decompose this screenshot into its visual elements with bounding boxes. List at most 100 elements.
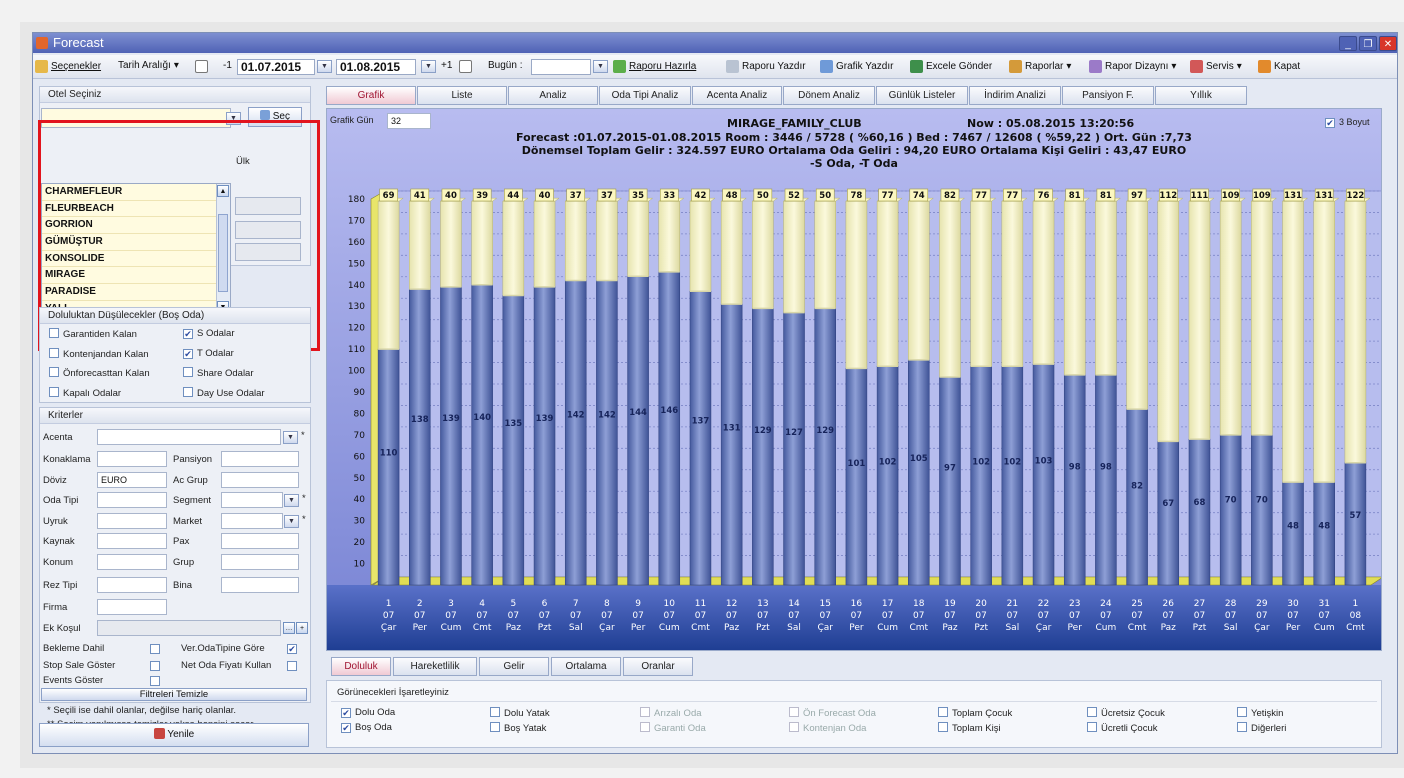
print-report-button[interactable]: Raporu Yazdır xyxy=(726,60,806,73)
filter-toplam-cocuk[interactable]: Toplam Çocuk xyxy=(938,707,1012,719)
uyruk-field[interactable] xyxy=(97,513,167,529)
checkbox[interactable] xyxy=(938,707,948,717)
ek-kosul-field[interactable] xyxy=(97,620,281,636)
reports-menu[interactable]: Raporlar ▾ xyxy=(1009,60,1071,73)
tab-indirim-analizi[interactable]: İndirim Analizi xyxy=(969,86,1061,105)
filter-ucretsiz-cocuk[interactable]: Ücretsiz Çocuk xyxy=(1087,707,1165,719)
tab-yillik[interactable]: Yıllık xyxy=(1155,86,1247,105)
three-d-toggle[interactable]: 3 Boyut xyxy=(1325,117,1370,128)
checkbox[interactable] xyxy=(183,387,193,397)
filter-kontenjan-oda[interactable]: Kontenjan Oda xyxy=(789,722,866,734)
today-dropdown[interactable]: ▼ xyxy=(593,60,608,73)
konaklama-field[interactable] xyxy=(97,451,167,467)
tab-analiz[interactable]: Analiz xyxy=(508,86,598,105)
filter-dolu-yatak[interactable]: Dolu Yatak xyxy=(490,707,550,719)
tab-gunluk-listeler[interactable]: Günlük Listeler xyxy=(876,86,968,105)
clear-filters-button[interactable]: Filtreleri Temizle xyxy=(41,688,307,701)
tab-pansiyon[interactable]: Pansiyon F. xyxy=(1062,86,1154,105)
restore-icon[interactable]: ❐ xyxy=(1359,36,1377,51)
market-field[interactable] xyxy=(221,513,283,529)
filter-arizali-oda[interactable]: Arızalı Oda xyxy=(640,707,702,719)
checkbox[interactable] xyxy=(341,723,351,733)
checkbox[interactable] xyxy=(938,722,948,732)
filter-yetiskin[interactable]: Yetişkin xyxy=(1237,707,1283,719)
checkbox[interactable] xyxy=(49,367,59,377)
checkbox[interactable] xyxy=(1325,118,1335,128)
checkbox[interactable] xyxy=(490,722,500,732)
checkbox[interactable] xyxy=(49,348,59,358)
filter-on-forecast-oda[interactable]: Ön Forecast Oda xyxy=(789,707,876,719)
checkbox[interactable] xyxy=(1087,722,1097,732)
checkbox[interactable] xyxy=(1237,707,1247,717)
stop-sale-checkbox[interactable] xyxy=(150,661,160,671)
tab-donem-analiz[interactable]: Dönem Analiz xyxy=(783,86,875,105)
doviz-field[interactable]: EURO xyxy=(97,472,167,488)
tab-doluluk[interactable]: Doluluk xyxy=(331,657,391,676)
checkbox[interactable] xyxy=(183,329,193,339)
pax-field[interactable] xyxy=(221,533,299,549)
kaynak-field[interactable] xyxy=(97,533,167,549)
checkbox[interactable] xyxy=(49,387,59,397)
chevron-down-icon[interactable]: ▼ xyxy=(284,515,299,528)
bina-field[interactable] xyxy=(221,577,299,593)
close-button[interactable]: Kapat xyxy=(1258,60,1300,73)
tab-ortalama[interactable]: Ortalama xyxy=(551,657,621,676)
checkbox[interactable] xyxy=(640,722,650,732)
bekleme-checkbox[interactable] xyxy=(150,644,160,654)
filter-bos-oda[interactable]: Boş Oda xyxy=(341,722,392,733)
filter-ucretli-cocuk[interactable]: Ücretli Çocuk xyxy=(1087,722,1158,734)
minus-day-button[interactable]: -1 xyxy=(223,60,232,71)
tab-liste[interactable]: Liste xyxy=(417,86,507,105)
check-onforecast[interactable]: Önforecasttan Kalan xyxy=(49,367,150,379)
ac-grup-field[interactable] xyxy=(221,472,299,488)
service-menu[interactable]: Servis ▾ xyxy=(1190,60,1242,73)
ver-oda-checkbox[interactable] xyxy=(287,644,297,654)
calendar-button[interactable] xyxy=(195,60,208,73)
checkbox[interactable] xyxy=(789,707,799,717)
tab-oranlar[interactable]: Oranlar xyxy=(623,657,693,676)
rez-tipi-field[interactable] xyxy=(97,577,167,593)
checkbox[interactable] xyxy=(341,708,351,718)
minimize-icon[interactable]: _ xyxy=(1339,36,1357,51)
calendar-button-2[interactable] xyxy=(459,60,472,73)
check-garantiden[interactable]: Garantiden Kalan xyxy=(49,328,137,340)
checkbox[interactable] xyxy=(490,707,500,717)
end-date-field[interactable]: 01.08.2015 xyxy=(336,59,416,75)
check-kontenjandan[interactable]: Kontenjandan Kalan xyxy=(49,348,149,360)
more-icon[interactable]: … xyxy=(283,622,295,634)
checkbox[interactable] xyxy=(1087,707,1097,717)
segment-field[interactable] xyxy=(221,492,283,508)
close-icon[interactable]: ✕ xyxy=(1379,36,1397,51)
net-oda-checkbox[interactable] xyxy=(287,661,297,671)
tab-gelir[interactable]: Gelir xyxy=(479,657,549,676)
pansiyon-field[interactable] xyxy=(221,451,299,467)
plus-day-button[interactable]: +1 xyxy=(441,60,452,71)
grup-field[interactable] xyxy=(221,554,299,570)
start-date-dropdown[interactable]: ▼ xyxy=(317,60,332,73)
print-chart-button[interactable]: Grafik Yazdır xyxy=(820,60,893,73)
check-s-odalar[interactable]: S Odalar xyxy=(183,328,235,339)
firma-field[interactable] xyxy=(97,599,167,615)
start-date-field[interactable]: 01.07.2015 xyxy=(237,59,315,75)
checkbox[interactable] xyxy=(789,722,799,732)
options-menu[interactable]: Seçenekler xyxy=(35,60,101,73)
check-kapali[interactable]: Kapalı Odalar xyxy=(49,387,121,399)
filter-garanti-oda[interactable]: Garanti Oda xyxy=(640,722,706,734)
checkbox[interactable] xyxy=(640,707,650,717)
refresh-button[interactable]: Yenile xyxy=(39,723,309,747)
check-day-use[interactable]: Day Use Odalar xyxy=(183,387,265,399)
filter-digerleri[interactable]: Diğerleri xyxy=(1237,722,1286,734)
check-t-odalar[interactable]: T Odalar xyxy=(183,348,234,359)
today-field[interactable] xyxy=(531,59,591,75)
send-excel-button[interactable]: Excele Gönder xyxy=(910,60,992,73)
checkbox[interactable] xyxy=(49,328,59,338)
title-bar[interactable]: Forecast _ ❐ ✕ xyxy=(33,33,1397,53)
end-date-dropdown[interactable]: ▼ xyxy=(421,60,436,73)
chevron-down-icon[interactable]: ▼ xyxy=(284,494,299,507)
konum-field[interactable] xyxy=(97,554,167,570)
tab-hareketlilik[interactable]: Hareketlilik xyxy=(393,657,477,676)
oda-tipi-field[interactable] xyxy=(97,492,167,508)
prepare-report-button[interactable]: Raporu Hazırla xyxy=(613,60,696,73)
filter-toplam-kisi[interactable]: Toplam Kişi xyxy=(938,722,1001,734)
checkbox[interactable] xyxy=(1237,722,1247,732)
